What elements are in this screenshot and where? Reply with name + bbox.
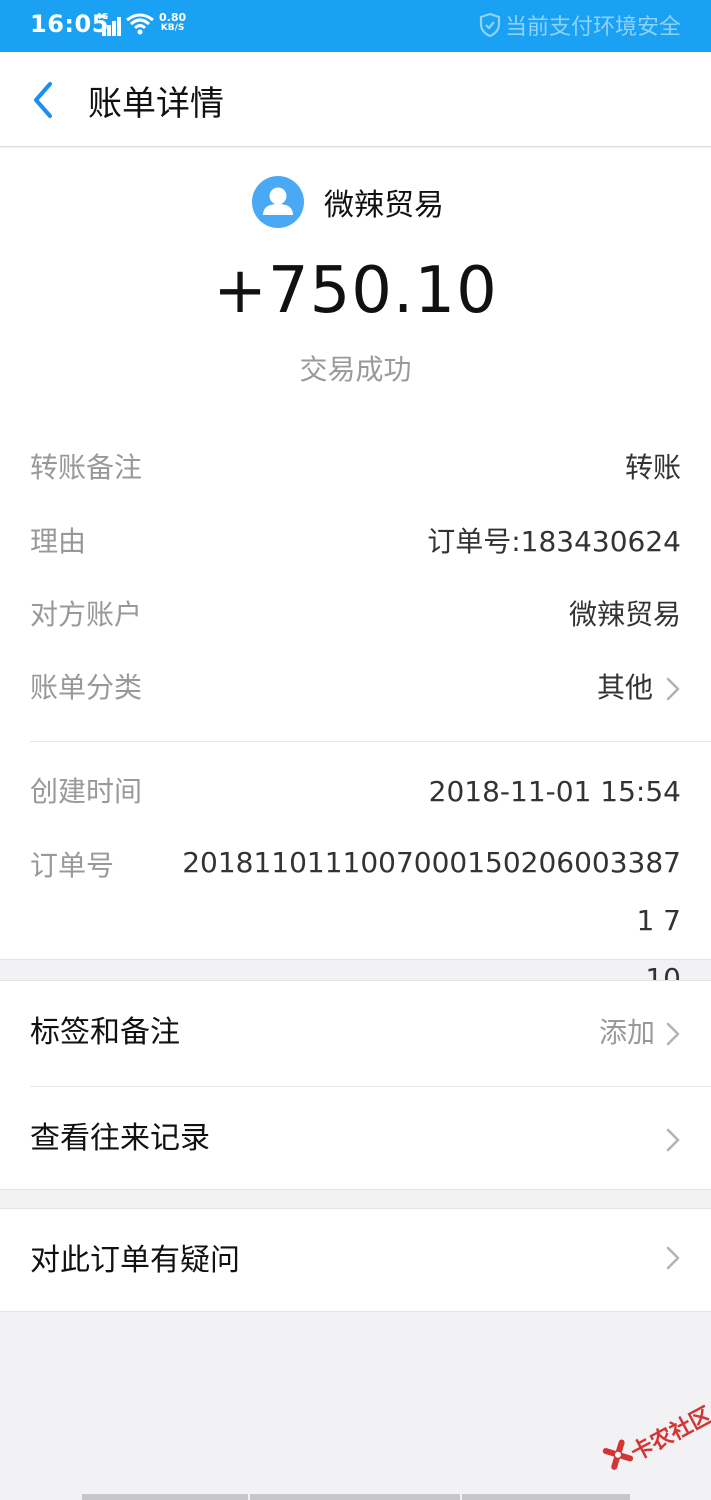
detail-label: 理由 xyxy=(30,525,87,558)
transaction-status: 交易成功 xyxy=(299,353,412,386)
chevron-right-icon xyxy=(666,1246,680,1270)
meta-label: 创建时间 xyxy=(30,775,143,808)
list-item-label: 查看往来记录 xyxy=(30,1121,210,1156)
user-avatar-icon xyxy=(252,176,304,228)
order-number-line: 20181101110070001502060033871 7 xyxy=(182,846,681,937)
detail-row-transfer-note: 转账备注 转账 xyxy=(30,448,681,488)
detail-label: 转账备注 xyxy=(30,451,143,484)
wifi-icon xyxy=(125,12,155,36)
meta-row-order-number: 订单号 20181101110070001502060033871 7 10 xyxy=(30,846,681,995)
detail-value: 微辣贸易 xyxy=(568,598,681,631)
tags-notes-item[interactable]: 标签和备注 添加 xyxy=(0,981,711,1085)
detail-value: 订单号:183430624 xyxy=(427,525,681,558)
back-button[interactable] xyxy=(26,78,66,122)
secure-indicator: 当前支付环境安全 xyxy=(479,12,681,40)
divider xyxy=(30,741,711,742)
amount: +750.10 xyxy=(213,254,498,328)
network-speed: 0.80 KB/S xyxy=(159,12,186,34)
bill-detail-card: 微辣贸易 +750.10 交易成功 转账备注 转账 理由 订单号:1834306… xyxy=(0,148,711,995)
watermark-text: 卡农社区 xyxy=(627,1402,711,1467)
detail-row-counterparty: 对方账户 微辣贸易 xyxy=(30,595,681,635)
add-link[interactable]: 添加 xyxy=(599,1013,655,1053)
view-history-item[interactable]: 查看往来记录 xyxy=(0,1087,711,1191)
signal-icon: 4G xyxy=(96,12,122,36)
watermark: 卡农社区 xyxy=(596,1392,711,1500)
network-speed-value: 0.80 xyxy=(159,11,187,24)
order-question-item[interactable]: 对此订单有疑问 xyxy=(0,1209,711,1313)
secure-text: 当前支付环境安全 xyxy=(504,15,681,40)
merchant-header: 微辣贸易 xyxy=(252,176,444,228)
detail-label: 对方账户 xyxy=(30,598,143,631)
network-speed-unit: KB/S xyxy=(160,23,185,33)
meta-label: 订单号 xyxy=(30,849,115,882)
detail-row-category[interactable]: 账单分类 其他 xyxy=(30,668,681,708)
shield-icon xyxy=(479,13,501,37)
nav-bar: 账单详情 xyxy=(0,52,711,147)
detail-value: 其他 xyxy=(596,671,653,704)
detail-label: 账单分类 xyxy=(30,671,143,704)
page-title: 账单详情 xyxy=(88,84,224,124)
chevron-left-icon xyxy=(34,82,52,118)
chevron-right-icon xyxy=(666,1128,680,1152)
status-bar: 16:05 4G 0.80 KB/S 当前支付环境安全 xyxy=(0,0,711,52)
list-item-label: 标签和备注 xyxy=(30,1015,180,1050)
meta-value: 2018-11-01 15:54 xyxy=(428,775,681,808)
chevron-right-icon xyxy=(666,677,680,701)
chevron-right-icon xyxy=(666,1022,680,1046)
action-group-primary: 标签和备注 添加 查看往来记录 xyxy=(0,980,711,1190)
detail-value: 转账 xyxy=(624,451,681,484)
detail-row-reason: 理由 订单号:183430624 xyxy=(30,522,681,562)
list-item-label: 对此订单有疑问 xyxy=(30,1243,240,1278)
meta-row-created-time: 创建时间 2018-11-01 15:54 xyxy=(30,772,681,812)
bottom-nav-indicator xyxy=(82,1494,630,1500)
action-group-secondary: 对此订单有疑问 xyxy=(0,1208,711,1312)
merchant-name: 微辣贸易 xyxy=(324,188,444,223)
